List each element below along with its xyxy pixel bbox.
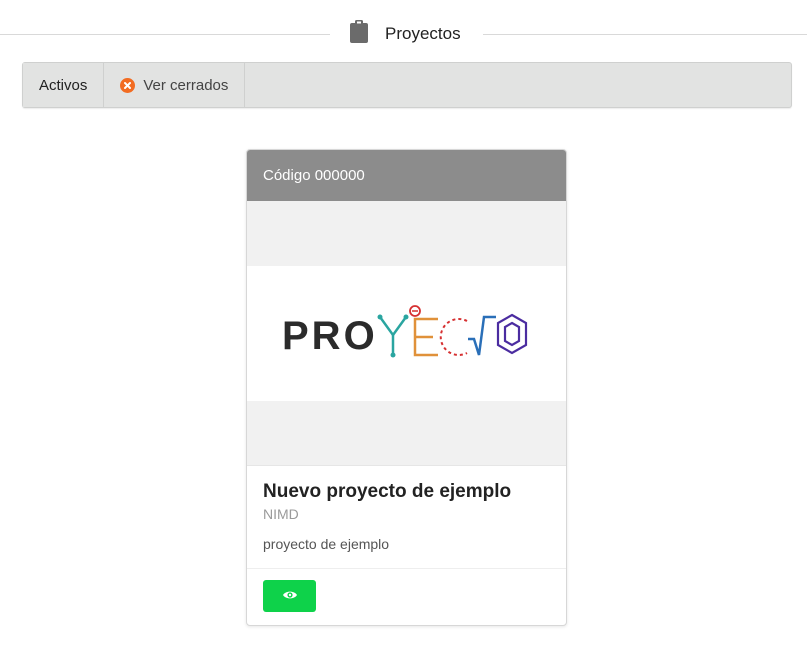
tab-ver-cerrados-label: Ver cerrados: [143, 76, 229, 94]
project-logo: PRO: [247, 266, 566, 401]
project-description: proyecto de ejemplo: [263, 536, 390, 552]
page-header: Proyectos: [0, 16, 807, 52]
proyecto-logo-image: PRO: [282, 304, 527, 358]
project-card-footer: [247, 569, 566, 623]
view-project-button[interactable]: [263, 580, 316, 612]
svg-text:PRO: PRO: [282, 314, 378, 358]
header-title-group: Proyectos: [349, 20, 461, 48]
project-image-area: PRO: [247, 201, 566, 466]
tab-ver-cerrados[interactable]: Ver cerrados: [104, 63, 246, 107]
project-card[interactable]: Código 000000 PRO Nuevo proyecto de ejem…: [246, 149, 567, 626]
project-filter-tabs: Activos Ver cerrados: [22, 62, 792, 108]
header-divider-left: [0, 34, 330, 35]
clipboard-icon: [349, 19, 369, 49]
project-card-body: Nuevo proyecto de ejemplo NIMD proyecto …: [247, 466, 566, 569]
project-code-header: Código 000000: [247, 150, 566, 201]
eye-icon: [282, 589, 298, 604]
project-name: Nuevo proyecto de ejemplo: [263, 481, 512, 502]
tab-activos[interactable]: Activos: [23, 63, 105, 107]
projects-page: Proyectos Activos Ver cerrados Código 00…: [0, 0, 807, 653]
tab-activos-label: Activos: [39, 76, 88, 94]
header-divider-right: [483, 34, 807, 35]
close-circle-icon: [120, 77, 136, 93]
project-code: Código 000000: [263, 167, 365, 184]
project-organization: NIMD: [263, 506, 299, 522]
page-title: Proyectos: [385, 24, 461, 43]
